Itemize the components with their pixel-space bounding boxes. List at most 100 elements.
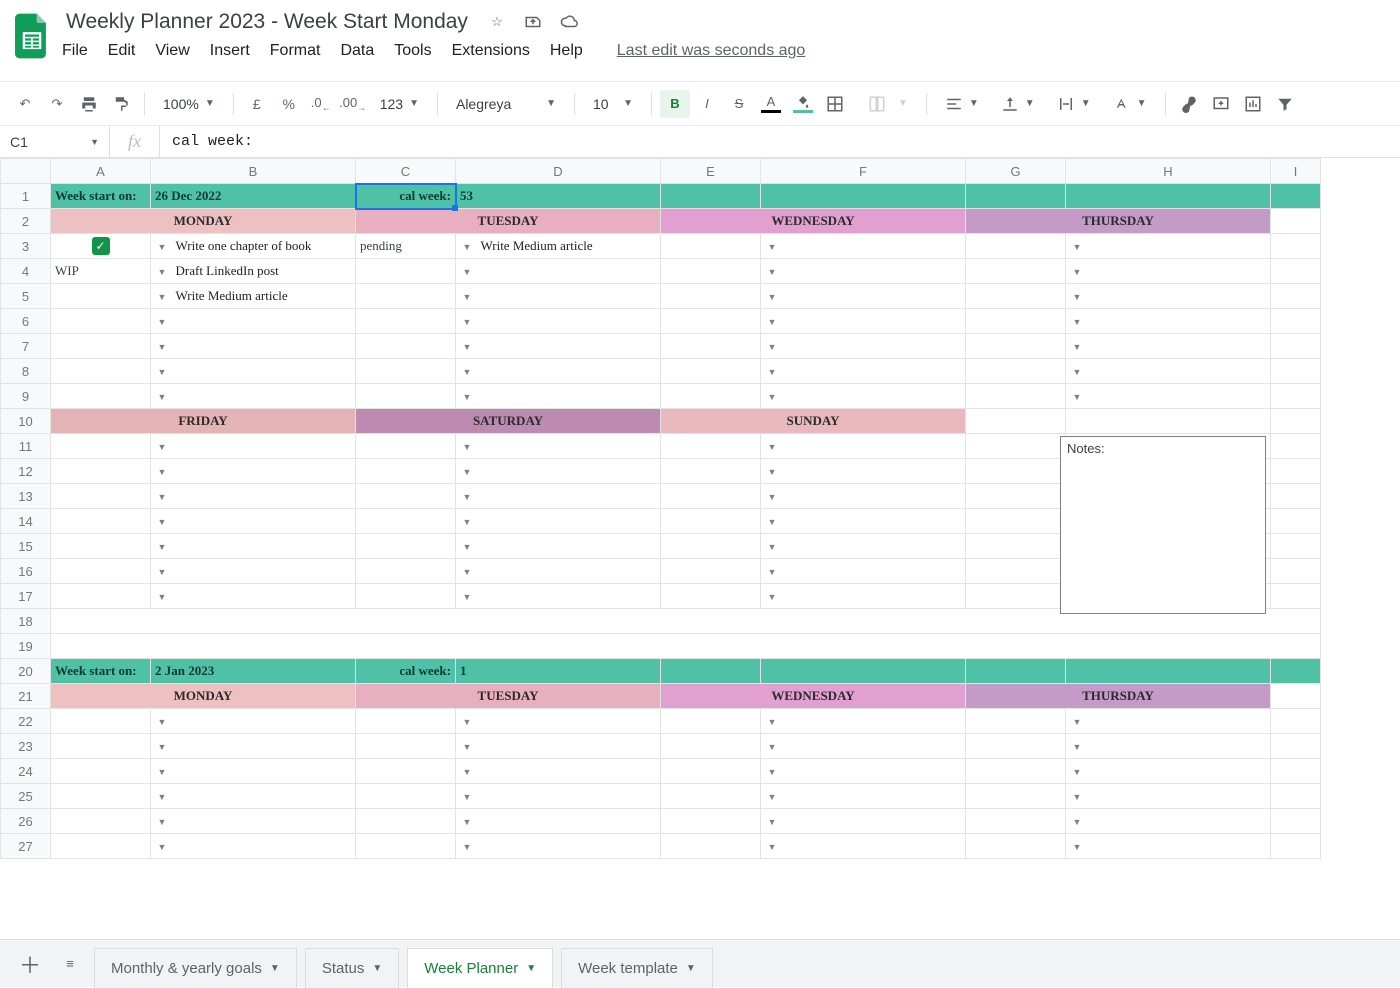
task-cell[interactable]: ▼ — [761, 584, 966, 609]
chevron-down-icon[interactable]: ▼ — [460, 267, 474, 277]
task-cell[interactable]: ▼ — [456, 559, 661, 584]
task-cell[interactable]: ▼ — [761, 259, 966, 284]
task-cell[interactable]: ▼ Write Medium article — [151, 284, 356, 309]
task-cell[interactable]: ▼ — [761, 734, 966, 759]
chevron-down-icon[interactable]: ▼ — [765, 792, 779, 802]
chevron-down-icon[interactable]: ▼ — [1070, 392, 1084, 402]
task-cell[interactable]: ▼ — [151, 359, 356, 384]
task-cell[interactable]: ▼ — [761, 384, 966, 409]
task-cell[interactable]: ▼ — [151, 759, 356, 784]
chevron-down-icon[interactable]: ▼ — [155, 392, 169, 402]
day-header-monday[interactable]: MONDAY — [51, 209, 356, 234]
day-header-tuesday[interactable]: TUESDAY — [356, 684, 661, 709]
task-cell[interactable]: ▼ — [1066, 359, 1271, 384]
col-header-E[interactable]: E — [661, 159, 761, 184]
cell[interactable]: 26 Dec 2022 — [151, 184, 356, 209]
task-cell[interactable]: ▼ — [761, 234, 966, 259]
chevron-down-icon[interactable]: ▼ — [765, 817, 779, 827]
chevron-down-icon[interactable]: ▼ — [460, 767, 474, 777]
chevron-down-icon[interactable]: ▼ — [155, 317, 169, 327]
chevron-down-icon[interactable]: ▼ — [460, 792, 474, 802]
chevron-down-icon[interactable]: ▼ — [155, 292, 169, 302]
task-cell[interactable]: ▼ — [761, 559, 966, 584]
row-header[interactable]: 11 — [1, 434, 51, 459]
cell[interactable]: Week start on: — [51, 659, 151, 684]
task-cell[interactable]: ▼ — [761, 784, 966, 809]
day-header-sunday[interactable]: SUNDAY — [661, 409, 966, 434]
task-cell[interactable]: ▼ — [761, 509, 966, 534]
chevron-down-icon[interactable]: ▼ — [155, 792, 169, 802]
sheet-tab-week-planner[interactable]: Week Planner▼ — [407, 948, 553, 988]
row-header[interactable]: 14 — [1, 509, 51, 534]
row-header[interactable]: 20 — [1, 659, 51, 684]
chevron-down-icon[interactable]: ▼ — [155, 542, 169, 552]
row-header[interactable]: 10 — [1, 409, 51, 434]
task-cell[interactable]: ▼ — [456, 334, 661, 359]
task-cell[interactable]: ▼ Write Medium article — [456, 234, 661, 259]
chevron-down-icon[interactable]: ▼ — [1070, 742, 1084, 752]
chevron-down-icon[interactable]: ▼ — [155, 742, 169, 752]
chevron-down-icon[interactable]: ▼ — [460, 567, 474, 577]
menu-extensions[interactable]: Extensions — [452, 42, 530, 60]
task-cell[interactable]: ▼ — [151, 709, 356, 734]
row-header[interactable]: 26 — [1, 809, 51, 834]
col-header-H[interactable]: H — [1066, 159, 1271, 184]
day-header-thursday[interactable]: THURSDAY — [966, 209, 1271, 234]
col-header-D[interactable]: D — [456, 159, 661, 184]
chevron-down-icon[interactable]: ▼ — [460, 717, 474, 727]
chevron-down-icon[interactable]: ▼ — [1070, 792, 1084, 802]
chevron-down-icon[interactable]: ▼ — [1070, 717, 1084, 727]
col-header-A[interactable]: A — [51, 159, 151, 184]
increase-decimal-button[interactable]: .00→ — [338, 90, 368, 118]
chevron-down-icon[interactable]: ▼ — [460, 592, 474, 602]
day-header-monday[interactable]: MONDAY — [51, 684, 356, 709]
task-cell[interactable]: ▼ — [151, 384, 356, 409]
task-cell[interactable]: ▼ Draft LinkedIn post — [151, 259, 356, 284]
task-cell[interactable]: ▼ — [456, 709, 661, 734]
row-header[interactable]: 7 — [1, 334, 51, 359]
chevron-down-icon[interactable]: ▼ — [155, 517, 169, 527]
chevron-down-icon[interactable]: ▼ — [460, 542, 474, 552]
task-cell[interactable]: ▼ — [1066, 309, 1271, 334]
task-cell[interactable]: ▼ — [761, 759, 966, 784]
task-cell[interactable]: ▼ — [1066, 834, 1271, 859]
col-header-B[interactable]: B — [151, 159, 356, 184]
chevron-down-icon[interactable]: ▼ — [765, 842, 779, 852]
cell[interactable]: 53 — [456, 184, 661, 209]
borders-button[interactable] — [820, 90, 850, 118]
chevron-down-icon[interactable]: ▼ — [155, 767, 169, 777]
row-header[interactable]: 2 — [1, 209, 51, 234]
task-cell[interactable]: ▼ — [1066, 384, 1271, 409]
task-cell[interactable]: ▼ — [1066, 234, 1271, 259]
chevron-down-icon[interactable]: ▼ — [765, 567, 779, 577]
chevron-down-icon[interactable]: ▼ — [1070, 817, 1084, 827]
chevron-down-icon[interactable]: ▼ — [460, 467, 474, 477]
font-size-dropdown[interactable]: 10▼ — [583, 90, 643, 118]
chevron-down-icon[interactable]: ▼ — [460, 517, 474, 527]
text-rotation-dropdown[interactable]: ▼ — [1103, 90, 1157, 118]
day-header-wednesday[interactable]: WEDNESDAY — [661, 684, 966, 709]
selected-cell[interactable]: cal week: — [356, 184, 456, 209]
task-cell[interactable]: ▼ — [761, 459, 966, 484]
fill-color-button[interactable] — [788, 90, 818, 118]
task-cell[interactable]: ▼ — [761, 434, 966, 459]
number-format-dropdown[interactable]: 123▼ — [370, 90, 429, 118]
chevron-down-icon[interactable]: ▼ — [765, 392, 779, 402]
chevron-down-icon[interactable]: ▼ — [155, 342, 169, 352]
cell[interactable]: cal week: — [356, 659, 456, 684]
row-header[interactable]: 22 — [1, 709, 51, 734]
chevron-down-icon[interactable]: ▼ — [765, 542, 779, 552]
decrease-decimal-button[interactable]: .0← — [306, 90, 336, 118]
chevron-down-icon[interactable]: ▼ — [1070, 317, 1084, 327]
star-icon[interactable]: ☆ — [486, 14, 508, 30]
task-cell[interactable]: ▼ — [456, 734, 661, 759]
print-icon[interactable] — [74, 90, 104, 118]
task-cell[interactable]: ▼ — [761, 709, 966, 734]
task-cell[interactable]: ▼ — [761, 359, 966, 384]
row-header[interactable]: 13 — [1, 484, 51, 509]
chevron-down-icon[interactable]: ▼ — [1070, 367, 1084, 377]
chevron-down-icon[interactable]: ▼ — [765, 317, 779, 327]
task-cell[interactable]: ▼ — [456, 309, 661, 334]
task-cell[interactable]: ▼ — [151, 459, 356, 484]
task-cell[interactable]: ▼ — [151, 809, 356, 834]
